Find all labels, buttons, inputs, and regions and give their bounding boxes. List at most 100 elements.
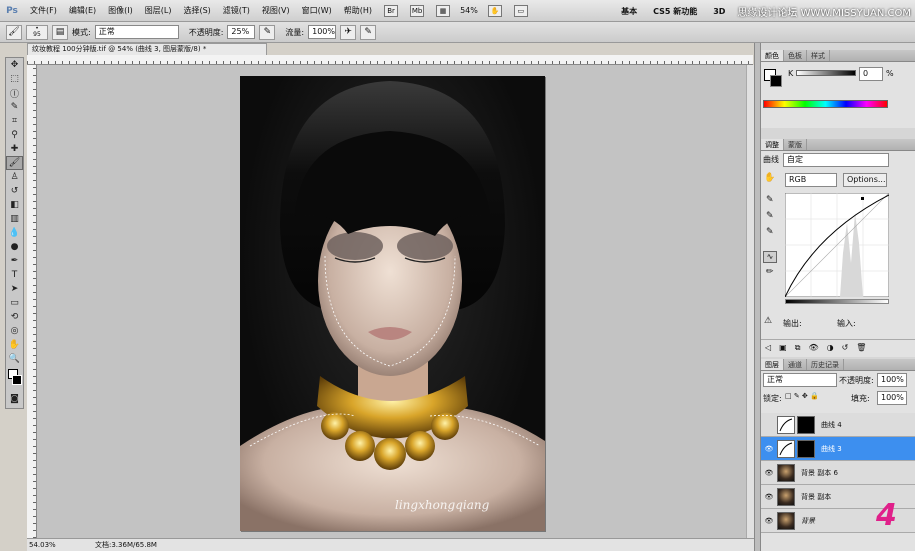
menu-filter[interactable]: 滤镜(T)	[217, 0, 256, 22]
tab-color[interactable]: 颜色	[761, 50, 784, 61]
3d-orbit-tool-icon[interactable]: ◎	[6, 324, 23, 338]
layer-visibility-eye-icon[interactable]: 👁	[761, 445, 777, 453]
hand-icon[interactable]: ✋	[487, 4, 502, 17]
back-icon[interactable]: ◁	[765, 343, 771, 352]
layer-row[interactable]: 👁 背景 副本 6	[761, 461, 915, 485]
lasso-tool-icon[interactable]: ⓛ	[6, 86, 23, 100]
histogram-warning-icon[interactable]: ⚠	[764, 316, 772, 326]
tab-swatches[interactable]: 色板	[784, 50, 807, 61]
arrange-icon[interactable]: ▦	[436, 4, 451, 17]
color-spectrum-bar[interactable]	[763, 100, 888, 108]
pen-tool-icon[interactable]: ✒	[6, 254, 23, 268]
brush-tool-icon[interactable]: 🖌	[6, 156, 23, 170]
black-point-eyedropper-icon[interactable]: ✎	[766, 195, 774, 205]
gray-point-eyedropper-icon[interactable]: ✎	[766, 211, 774, 221]
layer-mask-thumbnail[interactable]	[797, 415, 815, 434]
path-select-tool-icon[interactable]: ➤	[6, 282, 23, 296]
status-zoom[interactable]: 54.03%	[27, 541, 67, 549]
pencil-curve-icon[interactable]: ✏	[766, 267, 774, 277]
opacity-input[interactable]: 25%	[227, 25, 256, 39]
curves-graph[interactable]	[785, 193, 889, 297]
shape-tool-icon[interactable]: ▭	[6, 296, 23, 310]
clip-icon[interactable]: ⧉	[795, 343, 801, 353]
eraser-tool-icon[interactable]: ◧	[6, 198, 23, 212]
white-point-eyedropper-icon[interactable]: ✎	[766, 227, 774, 237]
workspace-cs5-new[interactable]: CS5 新功能	[645, 6, 705, 17]
tab-layers[interactable]: 图层	[761, 359, 784, 370]
brush-panel-icon[interactable]: ▤	[52, 24, 68, 40]
layer-visibility-eye-icon[interactable]: 👁	[761, 469, 777, 477]
previous-state-icon[interactable]: ◑	[827, 343, 834, 352]
move-tool-icon[interactable]: ✥	[6, 58, 23, 72]
hand-tool-icon[interactable]: ✋	[6, 338, 23, 352]
layer-visibility-eye-icon[interactable]: 👁	[761, 493, 777, 501]
tab-adjustments[interactable]: 调整	[761, 139, 784, 150]
quick-mask-icon[interactable]: ◙	[6, 392, 23, 406]
visibility-icon[interactable]: 👁	[808, 343, 818, 352]
screen-mode-icon[interactable]: ▭	[513, 4, 528, 17]
flow-input[interactable]: 100%	[308, 25, 337, 39]
menu-select[interactable]: 选择(S)	[177, 0, 216, 22]
layer-name: 背景	[801, 516, 815, 525]
blur-tool-icon[interactable]: 💧	[6, 226, 23, 240]
vertical-scrollbar[interactable]	[746, 65, 754, 538]
layer-row[interactable]: 曲线 4	[761, 413, 915, 437]
preset-select[interactable]: 自定	[783, 153, 889, 167]
blend-mode-select[interactable]: 正常	[763, 373, 837, 387]
pressure-size-icon[interactable]: ✎	[360, 24, 377, 40]
color-swatches-icon[interactable]	[6, 366, 23, 392]
options-button[interactable]: Options...	[843, 173, 887, 187]
tab-styles[interactable]: 样式	[807, 50, 830, 61]
tab-channels[interactable]: 通道	[784, 359, 807, 370]
menu-window[interactable]: 窗口(W)	[296, 0, 338, 22]
menu-view[interactable]: 视图(V)	[256, 0, 296, 22]
k-value-input[interactable]: 0	[859, 67, 883, 81]
clone-stamp-tool-icon[interactable]: ♙	[6, 170, 23, 184]
k-slider[interactable]	[796, 70, 856, 76]
document-tab[interactable]: 纹妆教程 100分钟版.tif @ 54% (曲线 3, 图层蒙版/8) *	[27, 43, 267, 55]
fill-input[interactable]: 100%	[877, 391, 907, 405]
mode-select[interactable]: 正常	[94, 25, 179, 39]
zoom-select[interactable]: 54%	[460, 6, 478, 15]
zoom-tool-icon[interactable]: 🔍	[6, 352, 23, 366]
layer-visibility-eye-icon[interactable]: 👁	[761, 517, 777, 525]
tab-history[interactable]: 历史记录	[807, 359, 844, 370]
workspace-3d[interactable]: 3D	[705, 7, 733, 16]
menu-image[interactable]: 图像(I)	[102, 0, 139, 22]
menu-edit[interactable]: 编辑(E)	[63, 0, 102, 22]
menu-file[interactable]: 文件(F)	[24, 0, 63, 22]
lock-icons[interactable]: □ ✎ ✥ 🔒	[785, 392, 819, 400]
trash-icon[interactable]: 🗑	[856, 343, 866, 352]
on-image-adjust-icon[interactable]: ✋	[764, 173, 775, 183]
layer-mask-thumbnail[interactable]	[797, 439, 815, 458]
output-label: 输出:	[783, 319, 802, 328]
workspace-essentials[interactable]: 基本	[613, 6, 645, 17]
history-brush-tool-icon[interactable]: ↺	[6, 184, 23, 198]
mini-bridge-icon[interactable]: Mb	[410, 4, 425, 17]
brush-preset-picker[interactable]: • 95	[26, 24, 48, 40]
bridge-icon[interactable]: Br	[384, 4, 399, 17]
tab-masks[interactable]: 蒙版	[784, 139, 807, 150]
pressure-opacity-icon[interactable]: ✎	[259, 24, 276, 40]
marquee-tool-icon[interactable]: ⬚	[6, 72, 23, 86]
document-photo[interactable]: lingxhongqiang	[240, 76, 545, 531]
layer-row[interactable]: 👁 曲线 3	[761, 437, 915, 461]
gradient-tool-icon[interactable]: ▥	[6, 212, 23, 226]
channel-select[interactable]: RGB	[785, 173, 837, 187]
expand-icon[interactable]: ▣	[779, 343, 787, 352]
menu-layer[interactable]: 图层(L)	[139, 0, 178, 22]
healing-tool-icon[interactable]: ✚	[6, 142, 23, 156]
airbrush-icon[interactable]: ✈	[340, 24, 357, 40]
eyedropper-tool-icon[interactable]: ⚲	[6, 128, 23, 142]
quick-select-tool-icon[interactable]: ✎	[6, 100, 23, 114]
reset-icon[interactable]: ↺	[842, 343, 849, 352]
3d-rotate-tool-icon[interactable]: ⟲	[6, 310, 23, 324]
type-tool-icon[interactable]: T	[6, 268, 23, 282]
crop-tool-icon[interactable]: ⌗	[6, 114, 23, 128]
curve-edit-icon[interactable]: ∿	[763, 251, 777, 263]
layer-opacity-input[interactable]: 100%	[877, 373, 907, 387]
brush-tool-icon[interactable]: 🖌	[6, 24, 22, 40]
dodge-tool-icon[interactable]: ●	[6, 240, 23, 254]
background-color-swatch[interactable]	[770, 75, 782, 87]
menu-help[interactable]: 帮助(H)	[338, 0, 378, 22]
